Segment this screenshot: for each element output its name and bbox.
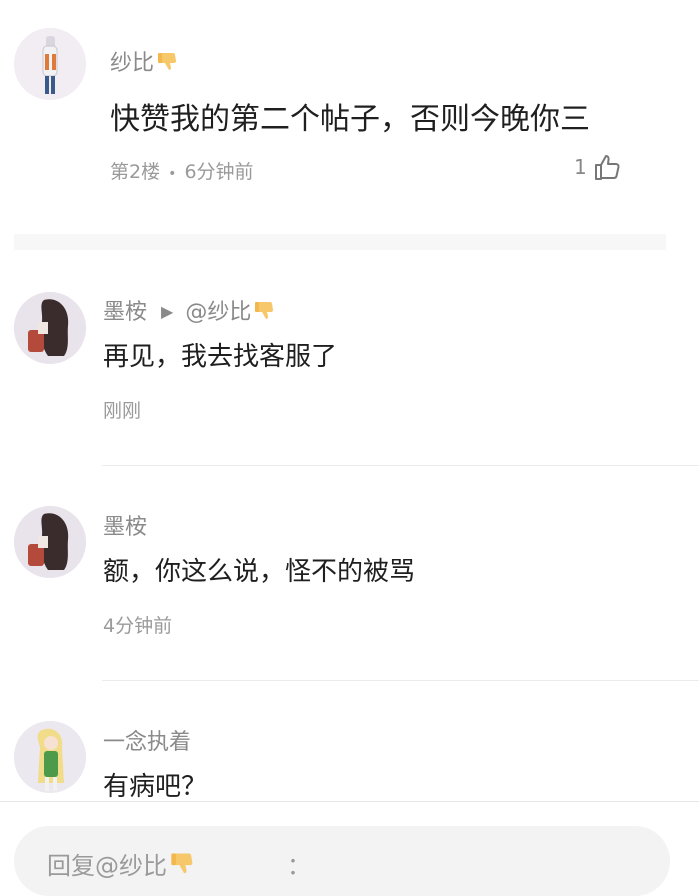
meta-separator: • bbox=[168, 166, 177, 182]
reply-arrow-icon: ▶ bbox=[161, 302, 174, 321]
main-post-meta: 第2楼 • 6分钟前 bbox=[110, 160, 254, 186]
like-button[interactable]: 1 bbox=[574, 152, 623, 182]
avatar-main-author[interactable] bbox=[14, 28, 86, 100]
blonde-girl-avatar-icon bbox=[14, 721, 86, 793]
reply-1-target[interactable]: @纱比 bbox=[185, 300, 251, 325]
reply-placeholder-colon: ： bbox=[287, 852, 311, 880]
avatar-reply-author[interactable] bbox=[14, 292, 86, 364]
reply-2-content: 额，你这么说，怪不的被骂 bbox=[103, 557, 416, 587]
reply-1-author[interactable]: 墨桉 bbox=[103, 300, 147, 325]
reply-2-time: 4分钟前 bbox=[103, 615, 173, 637]
post-time: 6分钟前 bbox=[184, 161, 254, 183]
reply-1-header: 墨桉 ▶ @纱比 bbox=[103, 298, 277, 327]
thumbs-down-icon bbox=[171, 853, 193, 874]
reply-1-content: 再见，我去找客服了 bbox=[103, 342, 338, 372]
reply-2-author[interactable]: 墨桉 bbox=[103, 514, 147, 542]
reply-placeholder-text: 回复@纱比 bbox=[47, 852, 167, 880]
reply-input[interactable]: 回复@纱比 ： bbox=[14, 826, 670, 896]
thumbs-down-icon bbox=[255, 302, 274, 319]
reply-placeholder: 回复@纱比 ： bbox=[47, 846, 311, 881]
avatar-reply-author[interactable] bbox=[14, 721, 86, 793]
reply-3-author[interactable]: 一念执着 bbox=[103, 729, 191, 757]
reply-divider bbox=[102, 680, 699, 681]
reply-1-time: 刚刚 bbox=[103, 400, 142, 422]
dark-hair-avatar-icon bbox=[14, 292, 86, 364]
author-name[interactable]: 纱比 bbox=[110, 51, 154, 76]
thumbs-up-icon bbox=[594, 155, 620, 180]
reply-bar-border bbox=[0, 801, 699, 802]
main-post-author[interactable]: 纱比 bbox=[110, 50, 180, 78]
section-separator bbox=[14, 234, 666, 250]
floor-label: 第2楼 bbox=[110, 161, 161, 183]
avatar-reply-author[interactable] bbox=[14, 506, 86, 578]
main-post-content: 快赞我的第二个帖子，否则今晚你三 bbox=[110, 102, 590, 137]
reply-3-content: 有病吧？ bbox=[103, 772, 208, 802]
dark-hair-avatar-icon bbox=[14, 506, 86, 578]
reply-divider bbox=[102, 465, 699, 466]
like-count: 1 bbox=[574, 155, 587, 179]
anime-girl-avatar-icon bbox=[14, 28, 86, 100]
thumbs-down-icon bbox=[158, 53, 177, 70]
